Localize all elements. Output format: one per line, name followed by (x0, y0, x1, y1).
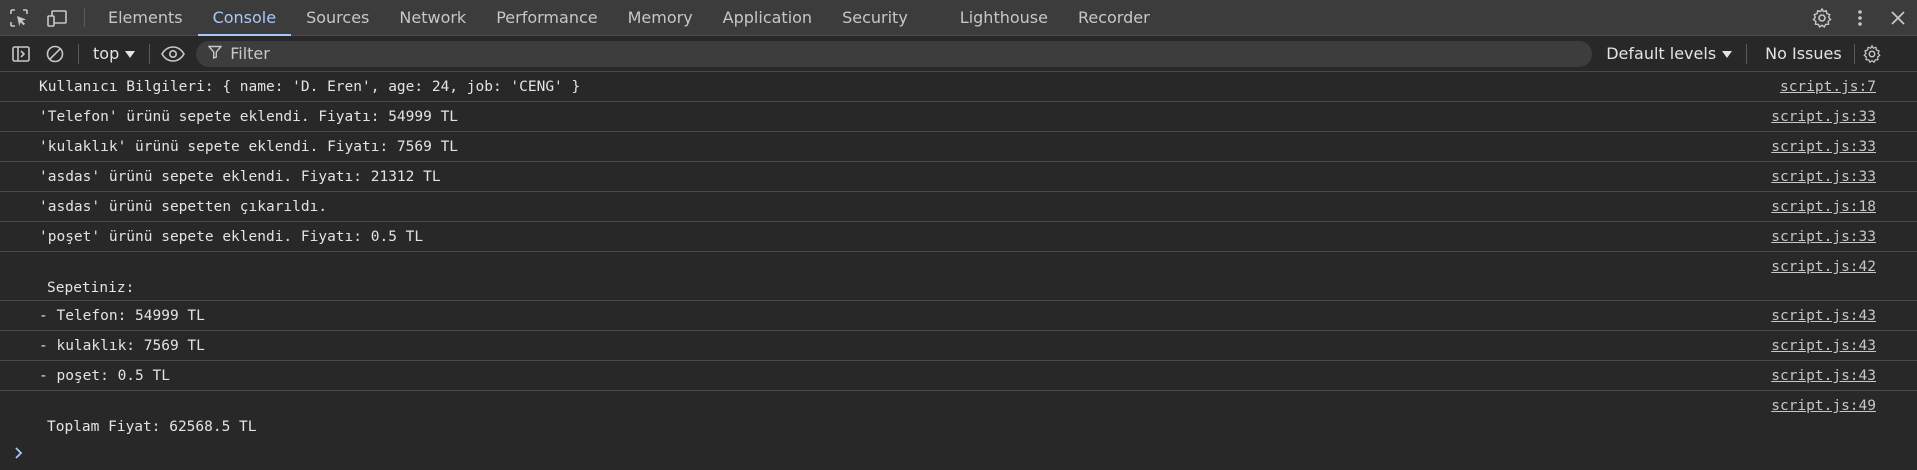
tab-network[interactable]: Network (384, 0, 481, 35)
more-options-icon[interactable] (1841, 0, 1879, 35)
chevron-down-icon (1722, 44, 1733, 63)
filter-box[interactable] (196, 40, 1593, 67)
toolbar-divider (78, 43, 79, 64)
tab-application[interactable]: Application (708, 0, 827, 35)
message-text: 'poşet' ürünü sepete eklendi. Fiyatı: 0.… (39, 229, 424, 245)
tab-console[interactable]: Console (197, 0, 292, 36)
message-text: 'asdas' ürünü sepete eklendi. Fiyatı: 21… (39, 169, 441, 185)
tab-security[interactable]: Security (827, 0, 923, 35)
toolbar-divider (149, 43, 151, 64)
message-text: - kulaklık: 7569 TL (39, 338, 205, 354)
console-message: Kullanıcı Bilgileri: { name: 'D. Eren', … (0, 72, 1917, 102)
source-link[interactable]: script.js:33 (1771, 139, 1876, 155)
console-message: Sepetiniz: script.js:42 (0, 252, 1917, 301)
source-link[interactable]: script.js:43 (1771, 338, 1876, 354)
issues-button[interactable]: No Issues (1753, 44, 1854, 63)
devtools-tab-bar: Elements Console Sources Network Perform… (0, 0, 1917, 36)
tab-sources[interactable]: Sources (291, 0, 384, 35)
console-message: - kulaklık: 7569 TL script.js:43 (0, 331, 1917, 361)
clear-console-icon[interactable] (38, 36, 72, 71)
console-messages: Kullanıcı Bilgileri: { name: 'D. Eren', … (0, 72, 1917, 470)
message-text: Toplam Fiyat: 62568.5 TL (47, 419, 257, 435)
console-message: 'asdas' ürünü sepete eklendi. Fiyatı: 21… (0, 162, 1917, 192)
tab-performance[interactable]: Performance (481, 0, 612, 35)
console-message: 'kulaklık' ürünü sepete eklendi. Fiyatı:… (0, 132, 1917, 162)
source-link[interactable]: script.js:7 (1780, 79, 1876, 95)
source-link[interactable]: script.js:43 (1771, 308, 1876, 324)
console-message: 'asdas' ürünü sepetten çıkarıldı. script… (0, 192, 1917, 222)
toolbar-divider (84, 8, 85, 27)
message-text: Kullanıcı Bilgileri: { name: 'D. Eren', … (39, 79, 581, 95)
message-text: Sepetiniz: (47, 280, 135, 296)
context-selector[interactable]: top (85, 44, 143, 63)
filter-icon (207, 44, 223, 63)
tab-elements[interactable]: Elements (93, 0, 198, 35)
source-link[interactable]: script.js:18 (1771, 199, 1876, 215)
console-message: - poşet: 0.5 TL script.js:43 (0, 361, 1917, 391)
message-text: 'asdas' ürünü sepetten çıkarıldı. (39, 199, 328, 215)
prompt-chevron-icon (14, 444, 24, 465)
live-expression-eye-icon[interactable] (156, 36, 190, 71)
source-link[interactable]: script.js:33 (1771, 229, 1876, 245)
sidebar-toggle-icon[interactable] (4, 36, 38, 71)
console-message: 'Telefon' ürünü sepete eklendi. Fiyatı: … (0, 102, 1917, 132)
message-text: 'Telefon' ürünü sepete eklendi. Fiyatı: … (39, 109, 459, 125)
log-levels-label: Default levels (1606, 44, 1717, 63)
console-message: 'poşet' ürünü sepete eklendi. Fiyatı: 0.… (0, 222, 1917, 252)
message-text: - poşet: 0.5 TL (39, 368, 170, 384)
log-levels-dropdown[interactable]: Default levels (1606, 44, 1733, 63)
message-text: - Telefon: 54999 TL (39, 308, 205, 324)
tab-lighthouse[interactable]: Lighthouse (945, 0, 1063, 35)
source-link[interactable]: script.js:49 (1771, 398, 1876, 414)
console-message: - Telefon: 54999 TL script.js:43 (0, 301, 1917, 331)
tab-memory[interactable]: Memory (613, 0, 708, 35)
console-message: Toplam Fiyat: 62568.5 TL script.js:49 (0, 391, 1917, 440)
source-link[interactable]: script.js:42 (1771, 259, 1876, 275)
chevron-down-icon (125, 44, 136, 63)
inspect-element-icon[interactable] (0, 0, 38, 35)
source-link[interactable]: script.js:33 (1771, 169, 1876, 185)
source-link[interactable]: script.js:43 (1771, 368, 1876, 384)
toolbar-divider (1746, 43, 1748, 64)
close-icon[interactable] (1879, 0, 1917, 35)
tab-recorder[interactable]: Recorder (1063, 0, 1165, 35)
source-link[interactable]: script.js:33 (1771, 109, 1876, 125)
device-toolbar-icon[interactable] (38, 0, 76, 35)
filter-input[interactable] (228, 43, 1533, 64)
console-toolbar: top Default levels No Issues (0, 36, 1917, 72)
settings-gear-icon[interactable] (1803, 0, 1841, 35)
console-settings-gear-icon[interactable] (1855, 36, 1889, 71)
context-selector-label: top (93, 44, 120, 63)
message-text: 'kulaklık' ürünü sepete eklendi. Fiyatı:… (39, 139, 459, 155)
